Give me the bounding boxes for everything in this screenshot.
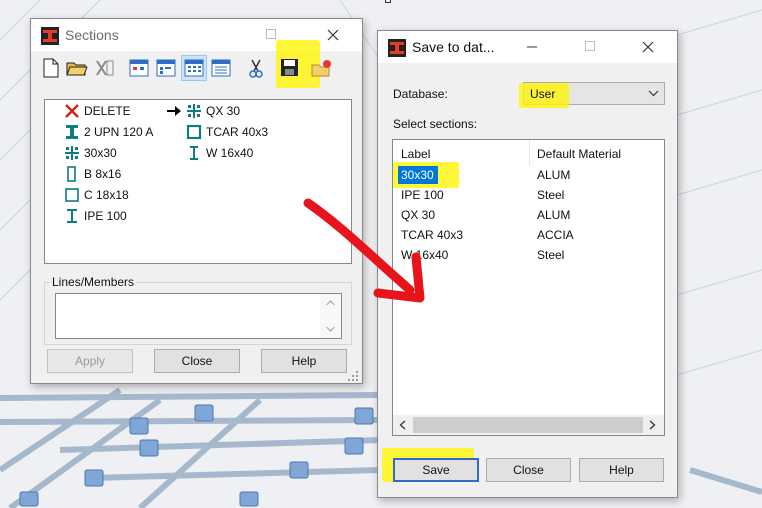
i-beam-icon	[66, 125, 78, 139]
save-dialog-close-button-bottom[interactable]: Close	[486, 458, 571, 482]
section-item-b-8x16[interactable]: B 8x16	[64, 165, 184, 183]
scroll-thumb[interactable]	[413, 417, 643, 433]
view-icon-2[interactable]	[155, 58, 177, 78]
database-value: User	[530, 87, 556, 101]
row-material: Steel	[537, 188, 565, 202]
section-item-qx-30[interactable]: QX 30	[186, 102, 306, 120]
cursor-mark	[385, 0, 391, 3]
square-tube-icon	[186, 124, 202, 140]
cut-scissors-icon[interactable]	[245, 58, 267, 78]
save-dialog-minimize-button[interactable]	[510, 33, 554, 61]
sections-help-button[interactable]: Help	[261, 349, 347, 373]
save-dialog-help-button[interactable]: Help	[579, 458, 664, 482]
col-label-header[interactable]: Label	[401, 147, 430, 161]
section-item-tcar-40x3[interactable]: TCAR 40x3	[186, 123, 306, 141]
save-disk-icon[interactable]	[279, 58, 301, 78]
lines-members-label: Lines/Members	[50, 275, 137, 289]
w-beam-icon	[190, 146, 198, 160]
save-dialog-maximize-button[interactable]	[568, 33, 612, 61]
select-sections-label: Select sections:	[393, 117, 478, 131]
rect-section-icon	[67, 166, 76, 182]
view-icon-4[interactable]	[210, 58, 232, 78]
horizontal-scrollbar[interactable]	[393, 415, 664, 435]
row-label: 30x30	[401, 168, 434, 182]
current-pointer-arrow-icon	[167, 106, 181, 116]
scroll-left-icon[interactable]	[399, 420, 406, 430]
save-dialog-app-icon	[388, 39, 406, 57]
view-icon-3[interactable]	[183, 58, 205, 78]
section-item-30x30[interactable]: 30x30	[64, 144, 184, 162]
row-material: ALUM	[537, 208, 571, 222]
section-item-w-16x40[interactable]: W 16x40	[186, 144, 306, 162]
scroll-down-icon[interactable]	[326, 326, 335, 332]
delete-x-icon[interactable]	[94, 58, 116, 78]
lines-members-input[interactable]	[55, 293, 342, 339]
col-material-header[interactable]: Default Material	[537, 147, 621, 161]
export-icon[interactable]	[311, 58, 333, 78]
square-section-icon	[65, 188, 79, 202]
arrow-cross-icon	[187, 104, 201, 118]
i-beam-thin-icon	[67, 209, 77, 223]
red-x-icon	[65, 104, 79, 118]
section-item-c-18x18[interactable]: C 18x18	[64, 186, 184, 204]
new-icon[interactable]	[40, 58, 62, 78]
annotation-arrow	[303, 198, 425, 303]
sections-close-button-bottom[interactable]: Close	[154, 349, 240, 373]
resize-grip-icon[interactable]	[347, 370, 359, 382]
open-folder-icon[interactable]	[66, 58, 88, 78]
chevron-down-icon	[648, 90, 659, 97]
row-material: ALUM	[537, 168, 571, 182]
database-label: Database:	[393, 87, 448, 101]
save-button[interactable]: Save	[393, 458, 479, 482]
section-item-ipe-100[interactable]: IPE 100	[64, 207, 184, 225]
header-divider	[529, 140, 530, 166]
sections-app-icon	[41, 27, 59, 45]
table-row[interactable]: 30x30 ALUM	[393, 162, 664, 188]
scroll-right-icon[interactable]	[649, 420, 656, 430]
save-dialog-close-button[interactable]	[626, 33, 670, 61]
section-item-2-upn[interactable]: 2 UPN 120 A	[64, 123, 184, 141]
save-dialog-title: Save to dat...	[412, 39, 495, 55]
row-material: Steel	[537, 248, 565, 262]
cross-section-icon	[65, 146, 79, 160]
row-material: ACCIA	[537, 228, 574, 242]
save-dialog-titlebar[interactable]: Save to dat...	[378, 31, 677, 63]
apply-button[interactable]: Apply	[47, 349, 133, 373]
sections-title: Sections	[65, 27, 119, 43]
view-icon-1[interactable]	[128, 58, 150, 78]
